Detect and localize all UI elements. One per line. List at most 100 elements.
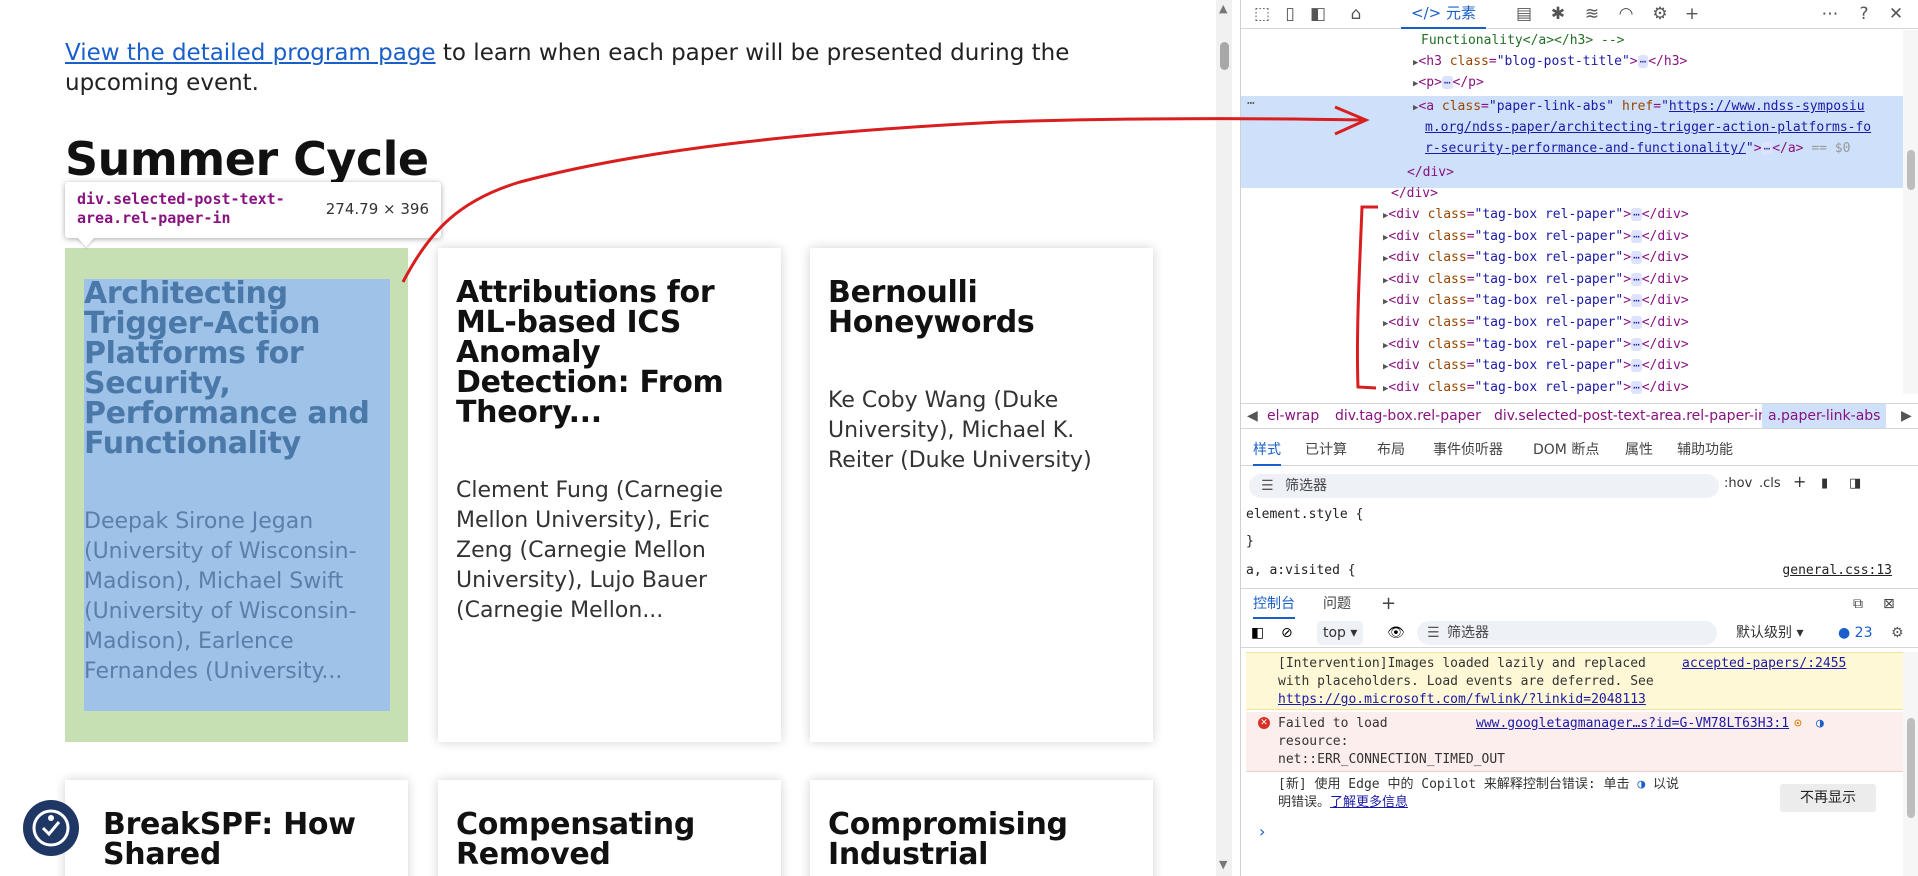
more-icon[interactable]: ⋯ bbox=[1819, 3, 1841, 25]
copilot-icon[interactable]: ◑ bbox=[1816, 715, 1824, 733]
breadcrumb-right-icon[interactable]: ▶ bbox=[1901, 404, 1912, 428]
style-source-link[interactable]: general.css:13 bbox=[1782, 563, 1892, 578]
dom-line-tag-box[interactable]: ▶<div class="tag-box rel-paper"> ⋯ </div> bbox=[1383, 269, 1689, 290]
dom-line-tag-box[interactable]: ▶<div class="tag-box rel-paper"> ⋯ </div> bbox=[1383, 247, 1689, 268]
drawer-tabs: 控制台 问题 + ⧉ ⊠ bbox=[1241, 588, 1918, 619]
dom-scroll-thumb[interactable] bbox=[1907, 150, 1915, 190]
tab-computed[interactable]: 已计算 bbox=[1305, 434, 1347, 466]
dock-icon[interactable]: ⧉ bbox=[1853, 589, 1863, 619]
paper-card-2[interactable]: Attributions for ML-based ICS Anomaly De… bbox=[438, 248, 781, 742]
dom-tree: Functionality</a></h3> --> ▶<h3 class="b… bbox=[1241, 30, 1903, 394]
console-toolbar: ◧ ⊘ top ▾ 👁 ☰ 筛选器 默认级别 ▾ ● 23 ⚙ bbox=[1241, 618, 1918, 648]
dom-scrollbar[interactable] bbox=[1903, 30, 1918, 394]
paper-card-3[interactable]: Bernoulli Honeywords Ke Coby Wang (Duke … bbox=[810, 248, 1153, 742]
cls-toggle[interactable]: .cls bbox=[1759, 476, 1781, 491]
dom-line-tag-box[interactable]: ▶<div class="tag-box rel-paper"> ⋯ </div> bbox=[1383, 204, 1689, 225]
dom-line-close-div-2[interactable]: </div> bbox=[1391, 183, 1438, 204]
network-icon[interactable]: ≋ bbox=[1581, 3, 1603, 25]
live-expression-icon[interactable]: 👁 bbox=[1387, 618, 1405, 648]
performance-icon[interactable]: ◠ bbox=[1615, 3, 1637, 25]
console-scrollbar[interactable] bbox=[1903, 652, 1918, 876]
dom-line-a-selected[interactable]: ▶<a class="paper-link-abs" href="https:/… bbox=[1413, 96, 1865, 117]
console-sidebar-icon[interactable]: ◧ bbox=[1251, 618, 1264, 648]
paper-title[interactable]: Compromising Industrial bbox=[828, 810, 1135, 870]
console-prompt[interactable]: › bbox=[1259, 822, 1265, 841]
dom-line-h3[interactable]: ▶<h3 class="blog-post-title"> ⋯ </h3> bbox=[1413, 51, 1687, 72]
paper-card-1[interactable]: Architecting Trigger-Action Platforms fo… bbox=[84, 279, 390, 687]
settings-icon[interactable]: ⚙ bbox=[1649, 3, 1671, 25]
dom-line-p[interactable]: ▶<p> ⋯ </p> bbox=[1413, 72, 1484, 93]
tab-console[interactable]: 控制台 bbox=[1253, 589, 1295, 619]
close-drawer-icon[interactable]: ⊠ bbox=[1883, 589, 1895, 619]
dom-line-tag-box[interactable]: ▶<div class="tag-box rel-paper"> ⋯ </div> bbox=[1383, 355, 1689, 376]
dom-line-tag-box[interactable]: ▶<div class="tag-box rel-paper"> ⋯ </div> bbox=[1383, 334, 1689, 355]
dom-line-tag-box[interactable]: ▶<div class="tag-box rel-paper"> ⋯ </div> bbox=[1383, 290, 1689, 311]
page-scroll-thumb[interactable] bbox=[1220, 42, 1229, 70]
color-format-icon[interactable]: ▮ bbox=[1821, 476, 1828, 491]
new-rule-icon[interactable]: + bbox=[1793, 472, 1806, 491]
dom-line-tag-box[interactable]: ▶<div class="tag-box rel-paper"> ⋯ </div> bbox=[1383, 377, 1689, 394]
warn-link[interactable]: https://go.microsoft.com/fwlink/?linkid=… bbox=[1278, 691, 1646, 709]
console-filter-input[interactable]: ☰ 筛选器 bbox=[1417, 621, 1717, 645]
page-scrollbar[interactable]: ▲ ▼ bbox=[1216, 0, 1232, 876]
style-rule-element[interactable]: element.style { bbox=[1246, 507, 1363, 522]
copilot-icon: ◑ bbox=[1637, 777, 1646, 792]
paper-card-4[interactable]: BreakSPF: How Shared bbox=[65, 780, 408, 876]
scroll-up-icon[interactable]: ▲ bbox=[1219, 2, 1227, 15]
log-level-select[interactable]: 默认级别 ▾ bbox=[1736, 618, 1803, 648]
scroll-down-icon[interactable]: ▼ bbox=[1219, 858, 1227, 871]
breadcrumb-item-active[interactable]: a.paper-link-abs bbox=[1762, 404, 1887, 428]
dom-line-comment[interactable]: Functionality</a></h3> --> bbox=[1421, 30, 1625, 51]
add-tool-icon[interactable]: + bbox=[1681, 3, 1703, 25]
paper-title[interactable]: Architecting Trigger-Action Platforms fo… bbox=[84, 279, 390, 459]
tab-properties[interactable]: 属性 bbox=[1625, 434, 1653, 466]
console-icon[interactable]: ▤ bbox=[1513, 3, 1535, 25]
dom-line-close-div-1[interactable]: </div> bbox=[1407, 162, 1454, 183]
tab-event-listeners[interactable]: 事件侦听器 bbox=[1433, 434, 1503, 466]
breadcrumb-left-icon[interactable]: ◀ bbox=[1247, 404, 1258, 428]
console-scroll-thumb[interactable] bbox=[1907, 718, 1915, 818]
dom-line-tag-box[interactable]: ▶<div class="tag-box rel-paper"> ⋯ </div> bbox=[1383, 226, 1689, 247]
clear-console-icon[interactable]: ⊘ bbox=[1281, 618, 1293, 648]
err-source[interactable]: www.googletagmanager…s?id=G-VM78LT63H3:1 bbox=[1476, 715, 1789, 733]
tab-layout[interactable]: 布局 bbox=[1377, 434, 1405, 466]
paper-title[interactable]: Bernoulli Honeywords bbox=[828, 278, 1135, 338]
dom-line-tag-box[interactable]: ▶<div class="tag-box rel-paper"> ⋯ </div> bbox=[1383, 312, 1689, 333]
breadcrumb-item[interactable]: el-wrap bbox=[1267, 404, 1319, 428]
console-filter-placeholder: 筛选器 bbox=[1447, 625, 1489, 641]
inspect-icon[interactable]: ⬚ bbox=[1251, 3, 1273, 25]
tab-styles[interactable]: 样式 bbox=[1253, 434, 1281, 466]
sidebar-toggle-icon[interactable]: ◨ bbox=[1849, 476, 1861, 491]
paper-card-6[interactable]: Compromising Industrial bbox=[810, 780, 1153, 876]
help-icon[interactable]: ? bbox=[1853, 3, 1875, 25]
tab-dom-breakpoints[interactable]: DOM 断点 bbox=[1533, 434, 1599, 466]
tab-accessibility[interactable]: 辅助功能 bbox=[1677, 434, 1733, 466]
style-rule-a[interactable]: a, a:visited { bbox=[1246, 563, 1356, 578]
learn-more-link[interactable]: 了解更多信息 bbox=[1330, 795, 1408, 810]
paper-card-5[interactable]: Compensating Removed bbox=[438, 780, 781, 876]
panel-icon[interactable]: ◧ bbox=[1307, 3, 1329, 25]
add-tab-icon[interactable]: + bbox=[1381, 589, 1396, 619]
accessibility-button[interactable] bbox=[23, 800, 79, 856]
styles-filter-input[interactable]: ☰ 筛选器 bbox=[1249, 474, 1719, 498]
context-select[interactable]: top ▾ bbox=[1317, 621, 1364, 645]
paper-title[interactable]: Attributions for ML-based ICS Anomaly De… bbox=[456, 278, 763, 428]
breadcrumb-item[interactable]: div.selected-post-text-area.rel-paper-in bbox=[1494, 404, 1767, 428]
dont-show-again-button[interactable]: 不再显示 bbox=[1780, 784, 1876, 812]
paper-title[interactable]: Compensating Removed bbox=[456, 810, 763, 870]
bug-icon[interactable]: ✱ bbox=[1547, 3, 1569, 25]
breadcrumb-item[interactable]: div.tag-box.rel-paper bbox=[1335, 404, 1481, 428]
tab-issues[interactable]: 问题 bbox=[1323, 589, 1351, 619]
tab-elements[interactable]: </> 元素 bbox=[1401, 0, 1486, 29]
node-menu-icon[interactable]: ⋯ bbox=[1247, 93, 1255, 114]
console-settings-icon[interactable]: ⚙ bbox=[1891, 618, 1904, 648]
paper-title[interactable]: BreakSPF: How Shared bbox=[83, 810, 390, 870]
program-page-link[interactable]: View the detailed program page bbox=[65, 40, 436, 66]
home-icon[interactable]: ⌂ bbox=[1345, 3, 1367, 25]
warn-source[interactable]: accepted-papers/:2455 bbox=[1682, 655, 1846, 673]
close-icon[interactable]: ✕ bbox=[1885, 3, 1907, 25]
issues-badge[interactable]: ● 23 bbox=[1838, 618, 1873, 648]
device-icon[interactable]: ▯ bbox=[1279, 3, 1301, 25]
network-warning-icon[interactable]: ⊙ bbox=[1794, 715, 1802, 733]
hov-toggle[interactable]: :hov bbox=[1724, 476, 1752, 491]
